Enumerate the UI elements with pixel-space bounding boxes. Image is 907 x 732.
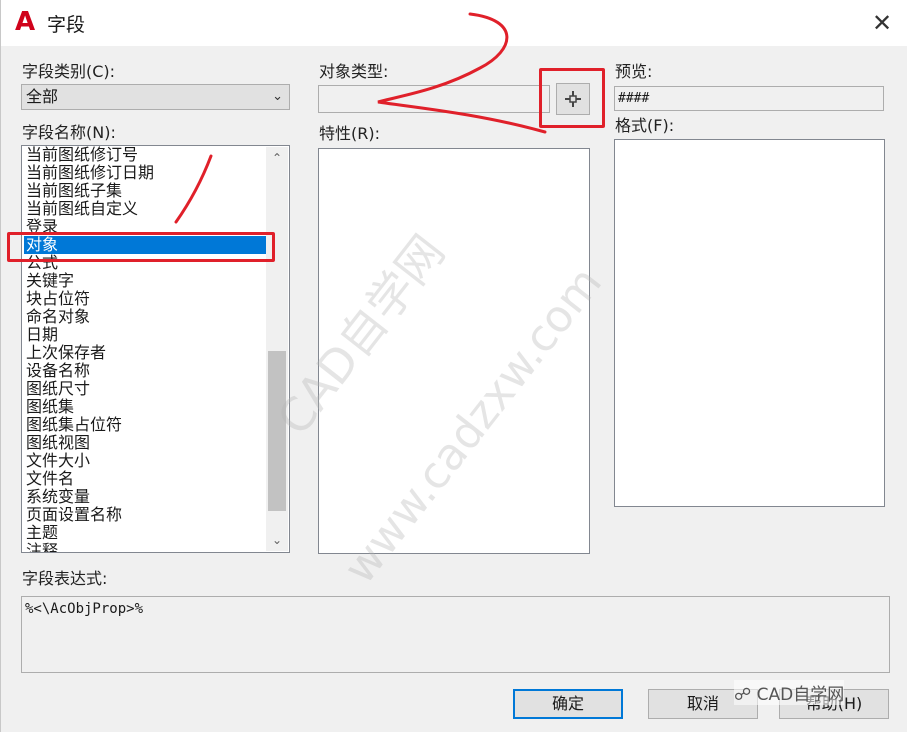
list-scrollbar[interactable]: ⌃ ⌄ [266, 147, 288, 551]
scroll-up-icon[interactable]: ⌃ [266, 147, 288, 169]
list-item[interactable]: 当前图纸子集 [24, 182, 267, 200]
wechat-badge: ☍ CAD自学网 [734, 680, 845, 705]
preview-label: 预览: [615, 62, 653, 81]
field-names-items: 当前图纸修订号 当前图纸修订日期 当前图纸子集 当前图纸自定义 登录 对象 公式 关键字 块占位… [24, 146, 267, 553]
close-button[interactable]: ✕ [867, 8, 897, 38]
list-item[interactable]: 图纸集 [24, 398, 267, 416]
properties-label: 特性(R): [319, 124, 380, 143]
autocad-logo-icon: A [15, 7, 36, 37]
list-item[interactable]: 图纸集占位符 [24, 416, 267, 434]
list-item[interactable]: 图纸尺寸 [24, 380, 267, 398]
list-item[interactable]: 关键字 [24, 272, 267, 290]
format-list[interactable] [614, 139, 885, 507]
annotation-box-selected-item [7, 232, 275, 262]
title-bar: A 字段 ✕ [1, 0, 907, 46]
category-value: 全部 [26, 87, 59, 106]
list-item[interactable]: 系统变量 [24, 488, 267, 506]
wechat-icon: ☍ [734, 685, 752, 705]
list-item[interactable]: 文件名 [24, 470, 267, 488]
category-dropdown[interactable]: 全部 ⌄ [21, 84, 290, 110]
list-item[interactable]: 文件大小 [24, 452, 267, 470]
field-names-list[interactable]: 当前图纸修订号 当前图纸修订日期 当前图纸子集 当前图纸自定义 登录 对象 公式 关键字 块占位… [21, 145, 290, 553]
list-item[interactable]: 注释 [24, 542, 267, 553]
list-item[interactable]: 日期 [24, 326, 267, 344]
list-item[interactable]: 块占位符 [24, 290, 267, 308]
field-dialog: A 字段 ✕ 字段类别(C): 全部 ⌄ 字段名称(N): 当前图纸修订号 当前图… [0, 0, 907, 732]
list-item[interactable]: 图纸视图 [24, 434, 267, 452]
category-label: 字段类别(C): [22, 62, 116, 81]
list-item[interactable]: 命名对象 [24, 308, 267, 326]
wechat-badge-text: CAD自学网 [756, 685, 845, 705]
list-item[interactable]: 当前图纸修订号 [24, 146, 267, 164]
expression-label: 字段表达式: [22, 569, 108, 588]
object-type-field[interactable] [318, 85, 550, 113]
annotation-box-pick-button [539, 68, 605, 128]
object-type-label: 对象类型: [319, 62, 389, 81]
list-item[interactable]: 上次保存者 [24, 344, 267, 362]
dialog-title: 字段 [47, 14, 86, 36]
preview-field: #### [614, 86, 884, 111]
expression-field[interactable]: %<\AcObjProp>% [21, 596, 890, 673]
list-item[interactable]: 设备名称 [24, 362, 267, 380]
list-item[interactable]: 当前图纸自定义 [24, 200, 267, 218]
scroll-down-icon[interactable]: ⌄ [266, 529, 288, 551]
list-item[interactable]: 主题 [24, 524, 267, 542]
list-item[interactable]: 页面设置名称 [24, 506, 267, 524]
field-names-label: 字段名称(N): [22, 123, 116, 142]
ok-button[interactable]: 确定 [513, 689, 623, 719]
chevron-down-icon: ⌄ [272, 89, 283, 104]
list-item[interactable]: 当前图纸修订日期 [24, 164, 267, 182]
format-label: 格式(F): [615, 116, 675, 135]
